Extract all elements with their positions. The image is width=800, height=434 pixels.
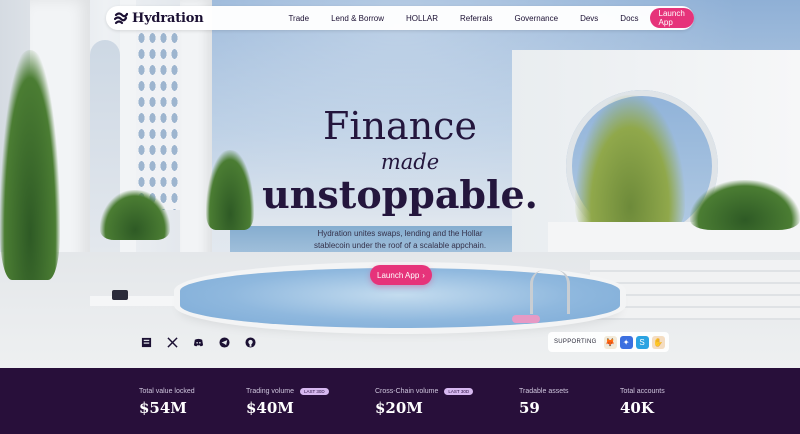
stat-value: $54M [139,399,187,417]
social-links [139,335,257,349]
nova-wallet-icon[interactable]: ✦ [619,335,633,349]
bag [112,290,128,300]
stat-value: 40K [620,399,654,417]
stat-label-text: Tradable assets [519,388,569,395]
stat-tradable-assets: Tradable assets 59 [519,387,569,417]
brand-logo[interactable]: Hydration [114,10,204,26]
hero-title-line-1: Finance [323,104,477,148]
talisman-icon[interactable]: ✋ [651,335,665,349]
nav-link-referrals[interactable]: Referrals [449,14,503,23]
stat-value: $20M [375,399,423,417]
stat-trading-volume: Trading volume LAST 30D $40M [246,387,329,417]
nav-link-hollar[interactable]: HOLLAR [395,14,449,23]
hero-subtitle-line-2: stablecoin under the roof of a scalable … [313,241,487,250]
hydration-logo-icon [114,12,128,25]
hero-subtitle-line-1: Hydration unites swaps, lending and the … [317,229,483,238]
supporting-wallets: SUPPORTING 🦊 ✦ S ✋ [548,332,669,352]
stat-period-badge: LAST 30D [444,388,474,395]
stat-value: $40M [246,399,294,417]
metamask-icon[interactable]: 🦊 [603,335,617,349]
top-nav: Hydration Trade Lend & Borrow HOLLAR Ref… [106,6,694,30]
supporting-label: SUPPORTING [554,339,597,345]
stats-bar: Total value locked $54M Trading volume L… [0,368,800,434]
nav-link-docs[interactable]: Docs [609,14,649,23]
chevron-right-icon: › [422,270,425,280]
stat-label-text: Total accounts [620,388,665,395]
nav-links: Trade Lend & Borrow HOLLAR Referrals Gov… [277,14,649,23]
stat-total-accounts: Total accounts 40K [620,387,665,417]
stat-label: Tradable assets [519,387,569,396]
stat-label: Trading volume LAST 30D [246,387,329,396]
stat-total-value-locked: Total value locked $54M [139,387,195,417]
stat-label: Total accounts [620,387,665,396]
telegram-icon[interactable] [217,335,231,349]
x-icon[interactable] [165,335,179,349]
stat-label: Cross-Chain volume LAST 30D [375,387,474,396]
stat-period-badge: LAST 30D [300,388,329,395]
nav-link-governance[interactable]: Governance [503,14,569,23]
medium-icon[interactable] [139,335,153,349]
hero-title-line-2: made [380,150,440,174]
discord-icon[interactable] [191,335,205,349]
hero-title-line-3: unstoppable. [262,172,538,217]
stat-value: 59 [519,399,540,417]
subwallet-icon[interactable]: S [635,335,649,349]
stat-cross-chain-volume: Cross-Chain volume LAST 30D $20M [375,387,474,417]
pool-ladder [530,270,570,314]
hero-subtitle: Hydration unites swaps, lending and the … [300,228,500,252]
nav-link-lend-borrow[interactable]: Lend & Borrow [320,14,395,23]
nav-link-trade[interactable]: Trade [277,14,320,23]
hero-launch-app-button[interactable]: Launch App › [370,265,432,285]
nav-link-devs[interactable]: Devs [569,14,609,23]
github-icon[interactable] [243,335,257,349]
nav-launch-app-button[interactable]: Launch App [649,8,694,28]
stat-label: Total value locked [139,387,195,396]
flamingo-float [512,315,540,323]
brand-name: Hydration [132,10,204,26]
stat-label-text: Total value locked [139,388,195,395]
steps [590,260,800,320]
stat-label-text: Cross-Chain volume [375,388,439,395]
hero-cta-label: Launch App [377,270,420,280]
stat-label-text: Trading volume [246,388,294,395]
